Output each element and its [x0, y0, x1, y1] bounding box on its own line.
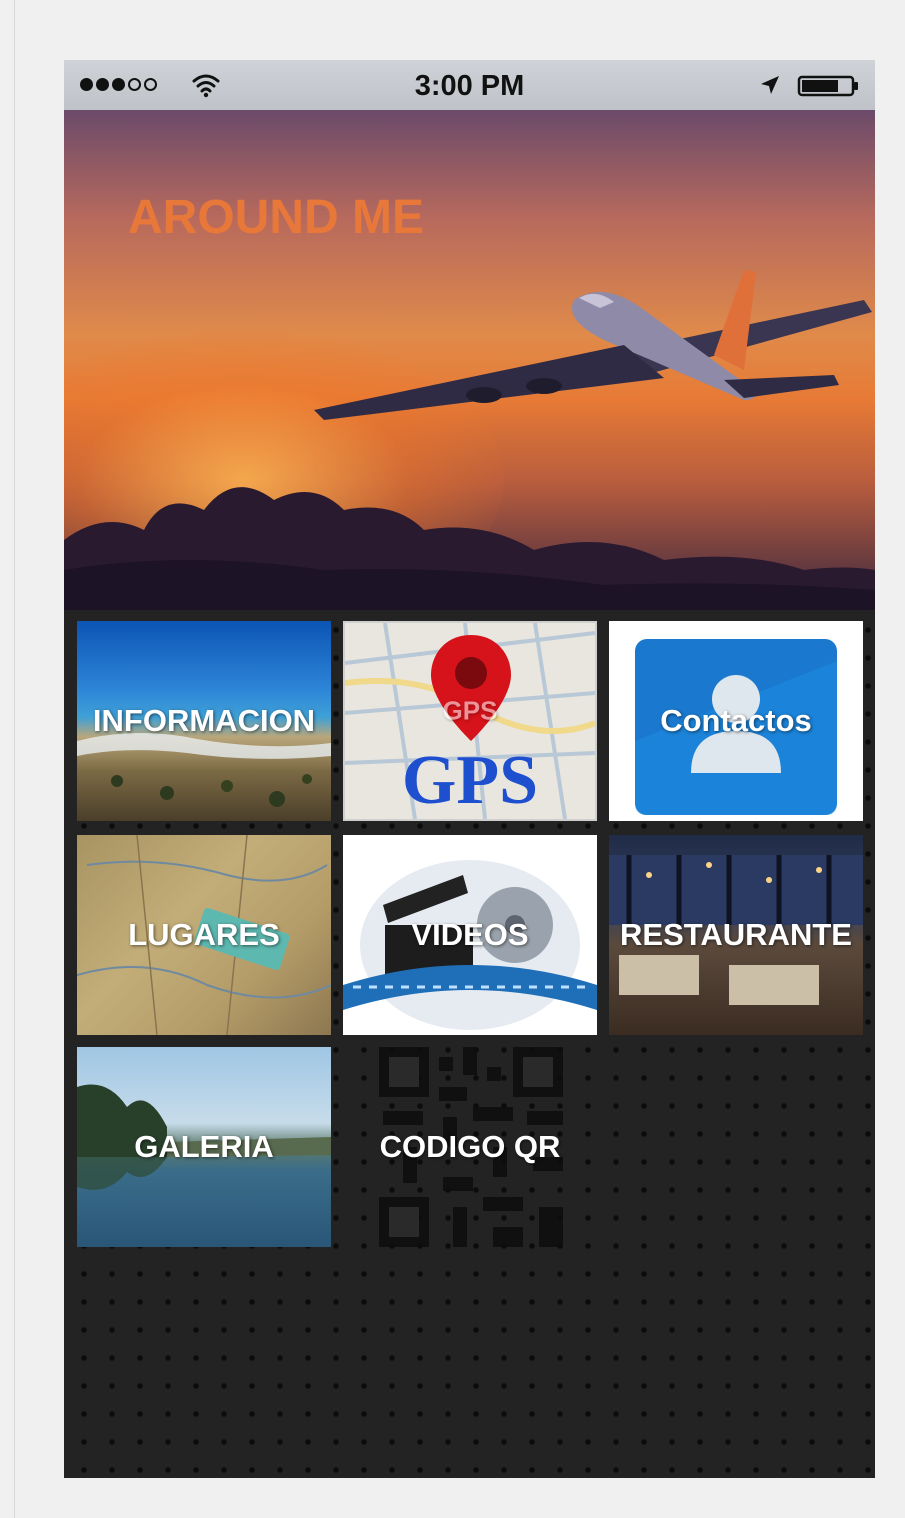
page-divider: [14, 0, 15, 1518]
app-title: AROUND ME: [128, 191, 424, 244]
hero-banner: AROUND ME: [64, 110, 875, 610]
status-bar: 3:00 PM: [64, 60, 875, 110]
airplane-icon: [314, 270, 872, 420]
menu-label: GALERIA: [134, 1129, 274, 1164]
battery-icon: [797, 75, 858, 97]
menu-label: GPS: [442, 695, 498, 726]
menu-label: INFORMACION: [92, 703, 316, 738]
menu-tile-galeria[interactable]: GALERIA: [77, 1047, 331, 1247]
menu-tile-lugares[interactable]: LUGARES: [77, 835, 331, 1035]
menu-tile-gps[interactable]: GPS GPS: [343, 621, 597, 821]
location-arrow-icon: [761, 76, 779, 94]
menu-label: CODIGO QR: [379, 1129, 561, 1164]
menu-label: VIDEOS: [411, 917, 529, 952]
menu-tile-restaurante[interactable]: RESTAURANTE: [609, 835, 863, 1035]
menu-tile-contactos[interactable]: Contactos: [609, 621, 863, 821]
clouds-silhouette: [64, 487, 875, 610]
menu-tile-codigo-qr[interactable]: CODIGO QR: [343, 1047, 597, 1247]
menu-tile-videos[interactable]: VIDEOS: [343, 835, 597, 1035]
menu-label: Contactos: [660, 703, 812, 738]
menu-label: RESTAURANTE: [620, 917, 852, 952]
status-time: 3:00 PM: [414, 70, 525, 102]
phone-frame: 3:00 PM AROUND ME INFORMACION GPS GPS Co…: [64, 60, 875, 1478]
menu-label: LUGARES: [128, 917, 280, 952]
menu-tile-informacion[interactable]: INFORMACION: [77, 621, 331, 821]
svg-text:GPS: GPS: [402, 742, 538, 819]
menu-grid: INFORMACION GPS GPS Contactos LUGARES VI…: [64, 610, 875, 1478]
